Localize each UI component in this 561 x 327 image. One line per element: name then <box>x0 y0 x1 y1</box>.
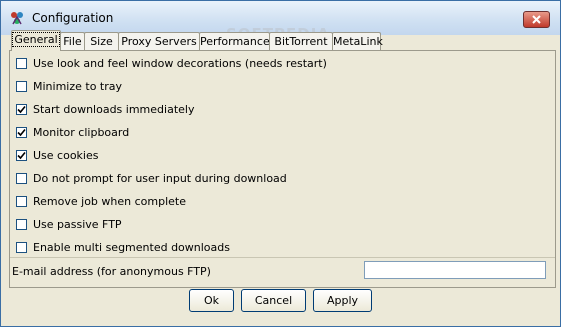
option-monitor-clipboard[interactable]: Monitor clipboard <box>16 125 129 139</box>
title-bar[interactable]: Configuration SOFTPEDIA <box>1 1 560 43</box>
cancel-button[interactable]: Cancel <box>241 289 306 312</box>
tab-metalink[interactable]: MetaLink <box>332 32 383 50</box>
option-multi-segmented[interactable]: Enable multi segmented downloads <box>16 240 230 254</box>
close-icon <box>532 15 541 24</box>
tab-performance[interactable]: Performance <box>199 32 270 50</box>
checkmark-icon <box>17 128 26 136</box>
checkbox[interactable] <box>16 57 27 69</box>
ok-button[interactable]: Ok <box>189 289 234 312</box>
checkbox[interactable] <box>16 241 27 253</box>
tab-file[interactable]: File <box>60 32 85 50</box>
email-row: E-mail address (for anonymous FTP) <box>10 257 555 288</box>
email-label: E-mail address (for anonymous FTP) <box>12 265 211 278</box>
tab-proxy-servers[interactable]: Proxy Servers <box>118 32 200 50</box>
checkbox[interactable] <box>16 172 27 184</box>
checkbox[interactable] <box>16 103 27 115</box>
option-use-cookies[interactable]: Use cookies <box>16 148 98 162</box>
option-remove-job-when-complete[interactable]: Remove job when complete <box>16 194 186 208</box>
email-field[interactable] <box>364 261 546 279</box>
checkmark-icon <box>17 105 26 113</box>
option-use-passive-ftp[interactable]: Use passive FTP <box>16 217 122 231</box>
option-look-and-feel[interactable]: Use look and feel window decorations (ne… <box>16 56 327 70</box>
tab-bittorrent[interactable]: BitTorrent <box>269 32 333 50</box>
general-panel: Use look and feel window decorations (ne… <box>9 50 556 288</box>
checkbox[interactable] <box>16 80 27 92</box>
checkbox[interactable] <box>16 218 27 230</box>
checkbox[interactable] <box>16 149 27 161</box>
close-button[interactable] <box>523 11 550 28</box>
checkbox[interactable] <box>16 126 27 138</box>
tab-general[interactable]: General <box>11 30 61 51</box>
window-title: Configuration <box>32 11 114 25</box>
configuration-window: Configuration SOFTPEDIA General File Siz… <box>0 0 561 327</box>
apply-button[interactable]: Apply <box>313 289 372 312</box>
checkbox[interactable] <box>16 195 27 207</box>
option-minimize-to-tray[interactable]: Minimize to tray <box>16 79 122 93</box>
tab-size[interactable]: Size <box>84 32 119 50</box>
app-icon <box>11 12 23 25</box>
option-start-downloads-immediately[interactable]: Start downloads immediately <box>16 102 194 116</box>
option-do-not-prompt[interactable]: Do not prompt for user input during down… <box>16 171 287 185</box>
checkmark-icon <box>17 151 26 159</box>
divider <box>9 287 554 288</box>
